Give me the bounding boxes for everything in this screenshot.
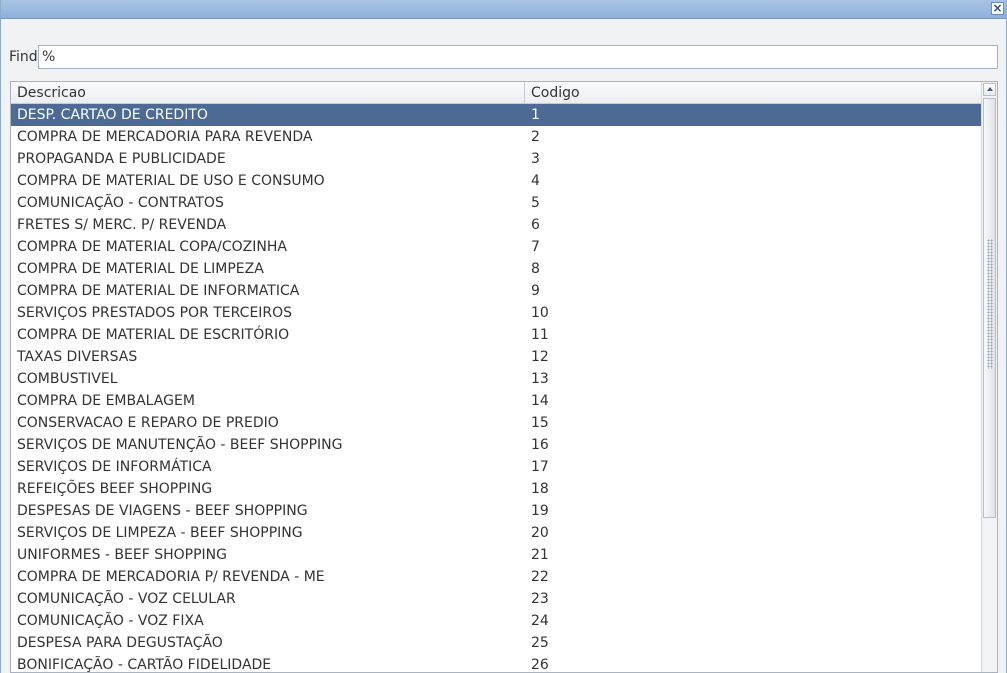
find-input[interactable] [38,45,998,69]
table-row[interactable]: COMPRA DE MATERIAL DE USO E CONSUMO 4 [11,170,983,192]
cell-descricao: COMPRA DE MATERIAL DE ESCRITÓRIO [17,327,290,343]
table-row[interactable]: COMPRA DE MATERIAL DE INFORMATICA 9 [11,280,983,302]
cell-descricao: UNIFORMES - BEEF SHOPPING [17,547,227,563]
table-body: DESP. CARTAO DE CREDITO 1 COMPRA DE MERCAD… [11,104,983,673]
cell-codigo: 1 [531,107,540,123]
cell-codigo: 4 [531,173,540,189]
table-row[interactable]: TAXAS DIVERSAS 12 [11,346,983,368]
table-row[interactable]: DESP. CARTAO DE CREDITO 1 [11,104,983,126]
cell-codigo: 23 [531,591,549,607]
cell-descricao: DESPESA PARA DEGUSTAÇÃO [17,635,223,651]
cell-codigo: 21 [531,547,549,563]
cell-codigo: 22 [531,569,549,585]
cell-codigo: 11 [531,327,549,343]
cell-codigo: 3 [531,151,540,167]
cell-codigo: 9 [531,283,540,299]
cell-descricao: COMPRA DE MATERIAL DE USO E CONSUMO [17,173,325,189]
table-row[interactable]: COMPRA DE MATERIAL DE ESCRITÓRIO 11 [11,324,983,346]
cell-codigo: 20 [531,525,549,541]
table-row[interactable]: DESPESAS DE VIAGENS - BEEF SHOPPING 19 [11,500,983,522]
table-row[interactable]: COMPRA DE EMBALAGEM 14 [11,390,983,412]
cell-descricao: COMUNICAÇÃO - CONTRATOS [17,195,224,211]
scrollbar-thumb[interactable] [983,98,996,518]
cell-descricao: CONSERVACAO E REPARO DE PREDIO [17,415,279,431]
cell-descricao: COMPRA DE EMBALAGEM [17,393,195,409]
cell-descricao: SERVIÇOS DE MANUTENÇÃO - BEEF SHOPPING [17,437,343,453]
cell-descricao: SERVIÇOS PRESTADOS POR TERCEIROS [17,305,293,321]
table-row[interactable]: REFEIÇÕES BEEF SHOPPING 18 [11,478,983,500]
cell-descricao: COMBUSTIVEL [17,371,118,387]
table-row[interactable]: COMPRA DE MERCADORIA P/ REVENDA - ME 22 [11,566,983,588]
title-bar[interactable]: × [1,0,1006,19]
cell-descricao: DESPESAS DE VIAGENS - BEEF SHOPPING [17,503,308,519]
find-label: Find [9,49,38,65]
cell-codigo: 25 [531,635,549,651]
cell-codigo: 10 [531,305,549,321]
cell-codigo: 24 [531,613,549,629]
table-row[interactable]: FRETES S/ MERC. P/ REVENDA 6 [11,214,983,236]
table-row[interactable]: SERVIÇOS DE MANUTENÇÃO - BEEF SHOPPING 16 [11,434,983,456]
cell-codigo: 17 [531,459,549,475]
table-row[interactable]: COMPRA DE MATERIAL DE LIMPEZA 8 [11,258,983,280]
cell-codigo: 13 [531,371,549,387]
table-row[interactable]: BONIFICAÇÃO - CARTÃO FIDELIDADE 26 [11,654,983,673]
cell-codigo: 5 [531,195,540,211]
cell-codigo: 6 [531,217,540,233]
cell-descricao: SERVIÇOS DE LIMPEZA - BEEF SHOPPING [17,525,303,541]
table-row[interactable]: COMPRA DE MERCADORIA PARA REVENDA 2 [11,126,983,148]
table-row[interactable]: COMUNICAÇÃO - VOZ CELULAR 23 [11,588,983,610]
cell-codigo: 7 [531,239,540,255]
cell-codigo: 8 [531,261,540,277]
table-row[interactable]: SERVIÇOS PRESTADOS POR TERCEIROS 10 [11,302,983,324]
cell-descricao: COMUNICAÇÃO - VOZ CELULAR [17,591,236,607]
find-row: Find [9,45,998,69]
cell-codigo: 16 [531,437,549,453]
cell-descricao: COMPRA DE MERCADORIA P/ REVENDA - ME [17,569,325,585]
table-row[interactable]: UNIFORMES - BEEF SHOPPING 21 [11,544,983,566]
cell-descricao: REFEIÇÕES BEEF SHOPPING [17,481,213,497]
table-row[interactable]: COMPRA DE MATERIAL COPA/COZINHA 7 [11,236,983,258]
table-row[interactable]: COMBUSTIVEL 13 [11,368,983,390]
cell-descricao: SERVIÇOS DE INFORMÁTICA [17,459,212,475]
table-row[interactable]: COMUNICAÇÃO - CONTRATOS 5 [11,192,983,214]
cell-descricao: TAXAS DIVERSAS [17,349,138,365]
scrollbar-grip [987,239,993,369]
cell-codigo: 15 [531,415,549,431]
cell-descricao: COMPRA DE MERCADORIA PARA REVENDA [17,129,313,145]
table-row[interactable]: CONSERVACAO E REPARO DE PREDIO 15 [11,412,983,434]
cell-descricao: PROPAGANDA E PUBLICIDADE [17,151,226,167]
cell-descricao: FRETES S/ MERC. P/ REVENDA [17,217,227,233]
cell-descricao: COMPRA DE MATERIAL COPA/COZINHA [17,239,287,255]
cell-descricao: COMPRA DE MATERIAL DE INFORMATICA [17,283,300,299]
table-row[interactable]: COMUNICAÇÃO - VOZ FIXA 24 [11,610,983,632]
table-row[interactable]: SERVIÇOS DE INFORMÁTICA 17 [11,456,983,478]
vertical-scrollbar[interactable] [981,82,997,672]
column-header-descricao[interactable]: Descricao [11,82,525,104]
cell-codigo: 19 [531,503,549,519]
scroll-up-arrow-icon[interactable] [983,83,996,96]
table-row[interactable]: DESPESA PARA DEGUSTAÇÃO 25 [11,632,983,654]
results-table: Descricao Codigo DESP. CARTAO DE CREDITO… [10,81,998,673]
close-icon[interactable]: × [991,2,1004,15]
cell-codigo: 12 [531,349,549,365]
cell-codigo: 14 [531,393,549,409]
cell-descricao: COMUNICAÇÃO - VOZ FIXA [17,613,204,629]
cell-descricao: COMPRA DE MATERIAL DE LIMPEZA [17,261,264,277]
cell-descricao: BONIFICAÇÃO - CARTÃO FIDELIDADE [17,657,272,673]
cell-codigo: 2 [531,129,540,145]
cell-codigo: 18 [531,481,549,497]
cell-descricao: DESP. CARTAO DE CREDITO [17,107,208,123]
table-row[interactable]: PROPAGANDA E PUBLICIDADE 3 [11,148,983,170]
cell-codigo: 26 [531,657,549,673]
column-header-codigo[interactable]: Codigo [525,82,983,104]
table-row[interactable]: SERVIÇOS DE LIMPEZA - BEEF SHOPPING 20 [11,522,983,544]
lov-dialog-window: × Find Descricao Codigo DESP. CARTAO DE … [0,0,1007,673]
table-header: Descricao Codigo [11,82,983,104]
